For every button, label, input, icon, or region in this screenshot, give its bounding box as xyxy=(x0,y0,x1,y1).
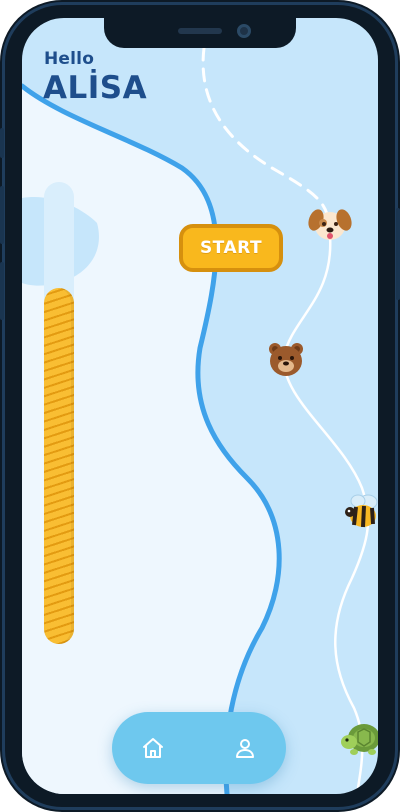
bear-icon[interactable] xyxy=(266,340,306,378)
start-button[interactable]: START xyxy=(179,224,283,272)
progress-fill xyxy=(44,288,74,644)
power-button xyxy=(396,208,400,300)
volume-down-button xyxy=(0,262,4,320)
puppy-icon[interactable] xyxy=(306,204,354,246)
app-screen: Hello ALİSA START xyxy=(22,18,378,794)
phone-frame: Hello ALİSA START xyxy=(0,0,400,812)
mute-switch xyxy=(0,128,4,158)
front-camera xyxy=(237,24,251,38)
volume-up-button xyxy=(0,186,4,244)
turtle-icon[interactable] xyxy=(338,718,378,758)
user-profile-icon[interactable] xyxy=(229,732,261,764)
bottom-nav-bar xyxy=(112,712,286,784)
home-icon[interactable] xyxy=(137,732,169,764)
notch xyxy=(104,18,296,48)
user-name: ALİSA xyxy=(43,70,148,106)
speaker xyxy=(178,28,222,34)
greeting-text: Hello xyxy=(44,49,95,69)
bee-icon[interactable] xyxy=(342,492,378,532)
background-scene xyxy=(22,46,370,794)
